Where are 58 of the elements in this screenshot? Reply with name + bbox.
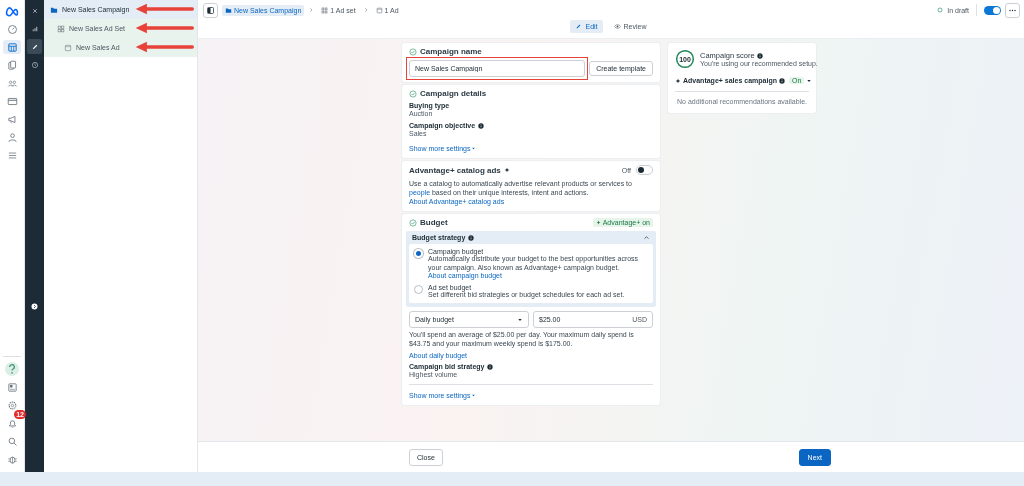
info-icon xyxy=(468,234,475,241)
section-title: Campaign details xyxy=(420,89,487,98)
info-icon xyxy=(487,363,494,370)
check-circle-icon xyxy=(409,47,417,56)
table-icon[interactable] xyxy=(6,41,18,53)
info-icon xyxy=(756,52,763,59)
score-gauge xyxy=(675,49,695,69)
check-circle-icon xyxy=(409,218,417,227)
pages-icon[interactable] xyxy=(6,59,18,71)
caret-down-icon xyxy=(471,146,477,151)
close-icon xyxy=(30,6,39,15)
folder-icon xyxy=(225,6,232,14)
grid-icon xyxy=(321,6,329,14)
folder-icon xyxy=(50,5,58,14)
info-icon xyxy=(478,122,485,129)
pencil-icon xyxy=(30,42,39,51)
gauge-icon[interactable] xyxy=(6,23,18,35)
toggle-switch[interactable] xyxy=(984,5,1001,15)
settings-icon[interactable] xyxy=(6,399,18,411)
caret-up-icon[interactable] xyxy=(643,234,650,241)
status-dot-icon xyxy=(937,7,944,13)
credit-card-icon[interactable] xyxy=(6,95,18,107)
ad-frame-icon xyxy=(375,6,383,14)
chevron-right-icon xyxy=(308,7,315,13)
caret-down-icon xyxy=(471,393,477,398)
radio-button[interactable] xyxy=(414,284,423,294)
section-title: Campaign name xyxy=(420,47,482,56)
expand-icon[interactable] xyxy=(30,302,39,311)
section-title: Advantage+ catalog ads xyxy=(409,165,501,175)
bar-chart-icon xyxy=(30,24,39,33)
sparkle-icon xyxy=(595,220,601,225)
megaphone-icon[interactable] xyxy=(6,113,18,125)
more-button[interactable] xyxy=(1005,2,1020,18)
caret-down-icon xyxy=(517,316,523,323)
people-icon[interactable] xyxy=(6,77,18,89)
ad-frame-icon xyxy=(64,43,72,52)
pencil-button[interactable] xyxy=(27,39,42,54)
sidebar-toggle-button[interactable] xyxy=(203,2,218,18)
caret-down-icon xyxy=(806,77,813,84)
bell-icon[interactable] xyxy=(6,417,18,429)
bug-icon[interactable] xyxy=(6,453,18,465)
toggle-switch[interactable] xyxy=(636,165,653,175)
sparkle-icon xyxy=(503,167,510,173)
clock-icon xyxy=(30,60,39,69)
sparkle-icon xyxy=(675,77,681,84)
sidebar-toggle-icon xyxy=(206,5,215,15)
news-icon[interactable] xyxy=(6,381,18,393)
menu-icon[interactable] xyxy=(6,149,18,161)
meta-logo-icon[interactable] xyxy=(5,4,19,18)
check-circle-icon xyxy=(409,89,417,98)
search-icon[interactable] xyxy=(6,435,18,447)
grid-icon xyxy=(57,24,65,33)
info-icon xyxy=(778,77,785,84)
pencil-icon xyxy=(575,23,583,30)
person-icon[interactable] xyxy=(6,131,18,143)
section-title: Budget xyxy=(420,218,448,227)
eye-icon xyxy=(613,23,621,30)
chevron-right-icon xyxy=(362,7,369,13)
